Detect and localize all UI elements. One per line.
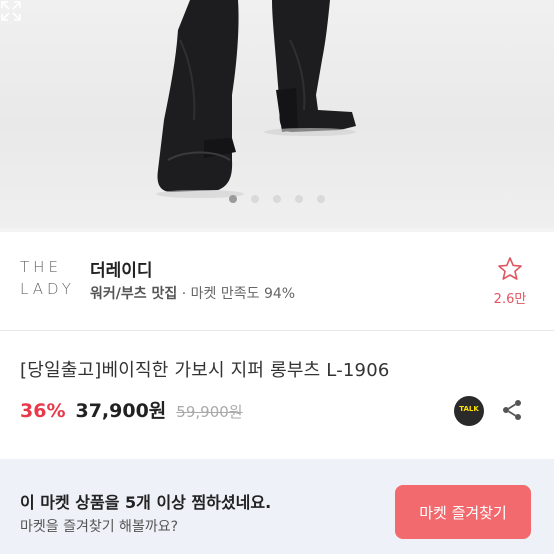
seller-meta: 워커/부츠 맛집 · 마켓 만족도 94% [90, 283, 295, 303]
banner-title: 이 마켓 상품을 5개 이상 찜하셨네요. [20, 493, 272, 512]
gallery-dot[interactable] [251, 195, 259, 203]
talk-label: TALK [459, 405, 479, 413]
sale-price: 37,900원 [75, 400, 167, 422]
seller-name[interactable]: 더레이디 [90, 256, 153, 281]
original-price: 59,900원 [176, 403, 243, 421]
add-market-favorite-button[interactable]: 마켓 즐겨찾기 [395, 485, 531, 539]
star-outline-icon [498, 257, 522, 280]
expand-icon[interactable] [0, 0, 22, 22]
seller-logo-line1: THE [20, 258, 62, 276]
product-image-gallery[interactable] [0, 0, 554, 228]
seller-logo-line2: LADY [20, 280, 75, 298]
kakao-talk-button[interactable]: TALK [454, 396, 484, 426]
product-title: [당일출고]베이직한 가보시 지퍼 롱부츠 L-1906 [20, 360, 390, 381]
price-row: 36% 37,900원 59,900원 [20, 396, 243, 423]
gallery-pagination[interactable] [0, 195, 554, 203]
seller-info[interactable]: THE LADY 더레이디 워커/부츠 맛집 · 마켓 만족도 94% 2.6만 [0, 232, 554, 330]
favorite-count: 2.6만 [493, 292, 527, 307]
divider [0, 330, 554, 331]
product-image [156, 0, 356, 198]
favorite-market-button[interactable]: 2.6만 [488, 256, 532, 307]
seller-satisfaction: 마켓 만족도 94% [190, 286, 296, 302]
meta-separator: · [181, 286, 187, 302]
gallery-dot[interactable] [273, 195, 281, 203]
favorite-market-banner: 이 마켓 상품을 5개 이상 찜하셨네요. 마켓을 즐겨찾기 해볼까요? 마켓 … [0, 459, 554, 554]
discount-rate: 36% [20, 400, 66, 422]
gallery-dot[interactable] [295, 195, 303, 203]
gallery-dot[interactable] [229, 195, 237, 203]
seller-logo[interactable]: THE LADY [20, 256, 74, 304]
share-icon[interactable] [500, 398, 524, 422]
gallery-dot[interactable] [317, 195, 325, 203]
seller-category: 워커/부츠 맛집 [90, 286, 178, 302]
banner-subtitle: 마켓을 즐겨찾기 해볼까요? [20, 519, 179, 535]
